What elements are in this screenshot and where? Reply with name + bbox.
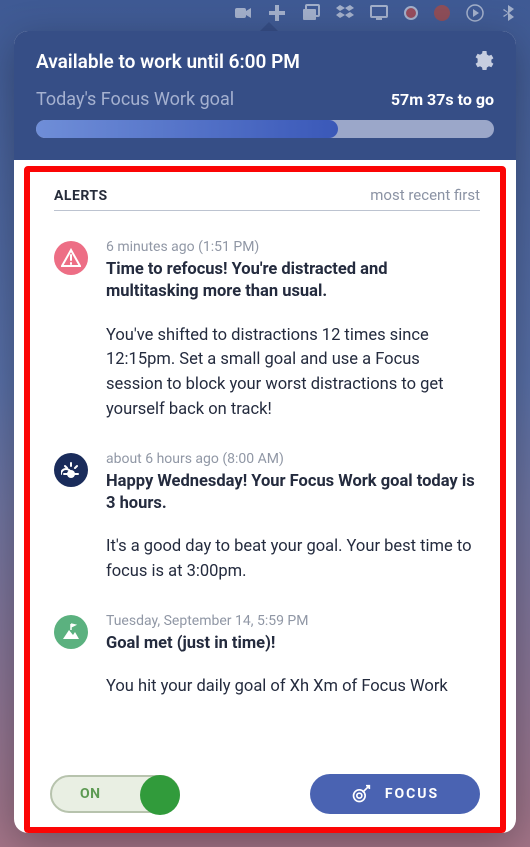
availability-text: Available to work until 6:00 PM xyxy=(36,50,300,73)
mountain-flag-icon xyxy=(54,615,88,649)
monitor-icon[interactable] xyxy=(370,4,388,22)
dropbox-icon[interactable] xyxy=(336,4,354,22)
alert-item[interactable]: about 6 hours ago (8:00 AM) Happy Wednesd… xyxy=(54,451,480,585)
progress-fill xyxy=(36,120,338,138)
popover-caret xyxy=(260,22,278,31)
alerts-list: 6 minutes ago (1:51 PM) Time to refocus! … xyxy=(54,239,480,700)
alert-body-text: It's a good day to beat your goal. Your … xyxy=(106,535,480,585)
goal-label: Today's Focus Work goal xyxy=(36,89,234,110)
video-icon[interactable] xyxy=(234,4,252,22)
alert-title: Time to refocus! You're distracted and m… xyxy=(106,259,480,304)
bear-dot-icon[interactable] xyxy=(404,6,418,20)
alert-timestamp: 6 minutes ago (1:51 PM) xyxy=(106,239,480,255)
bluetooth-icon[interactable] xyxy=(500,4,518,22)
bottom-bar: ON FOCUS xyxy=(14,763,516,833)
focus-button-label: FOCUS xyxy=(385,786,439,802)
alert-timestamp: about 6 hours ago (8:00 AM) xyxy=(106,451,480,467)
gear-icon[interactable] xyxy=(470,49,494,73)
popover-header: Available to work until 6:00 PM Today's … xyxy=(14,31,516,160)
tomato-icon[interactable] xyxy=(434,5,450,21)
time-remaining: 57m 37s to go xyxy=(391,90,494,109)
alert-item[interactable]: 6 minutes ago (1:51 PM) Time to refocus! … xyxy=(54,239,480,423)
sunrise-icon xyxy=(54,453,88,487)
alerts-title: ALERTS xyxy=(54,188,108,204)
alerts-header: ALERTS most recent first xyxy=(54,186,480,211)
play-circle-icon[interactable] xyxy=(466,4,484,22)
toggle-label: ON xyxy=(80,786,101,802)
plus-medical-icon[interactable] xyxy=(268,4,286,22)
focus-button[interactable]: FOCUS xyxy=(310,774,480,814)
alerts-highlight-box: ALERTS most recent first 6 minutes ago (… xyxy=(24,166,506,833)
focus-popover: Available to work until 6:00 PM Today's … xyxy=(14,31,516,833)
toggle-knob xyxy=(140,775,180,815)
alerts-sort-label[interactable]: most recent first xyxy=(370,186,480,204)
alert-body-text: You've shifted to distractions 12 times … xyxy=(106,324,480,423)
alert-body-text: You hit your daily goal of Xh Xm of Focu… xyxy=(106,675,480,700)
alert-item[interactable]: Tuesday, September 14, 5:59 PM Goal met (… xyxy=(54,613,480,700)
target-icon xyxy=(351,784,371,804)
warning-icon xyxy=(54,241,88,275)
alert-timestamp: Tuesday, September 14, 5:59 PM xyxy=(106,613,480,629)
alert-title: Happy Wednesday! Your Focus Work goal to… xyxy=(106,471,480,516)
progress-bar xyxy=(36,120,494,138)
on-toggle[interactable]: ON xyxy=(50,775,180,813)
windows-stack-icon[interactable] xyxy=(302,4,320,22)
alert-title: Goal met (just in time)! xyxy=(106,633,480,655)
